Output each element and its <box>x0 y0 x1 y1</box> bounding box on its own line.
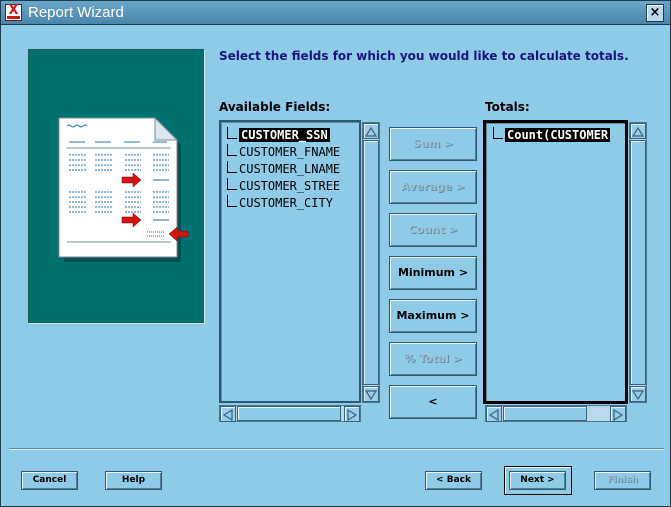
scroll-left-button[interactable] <box>220 406 236 422</box>
left-arrow-icon <box>488 408 499 422</box>
report-page-illustration <box>58 116 189 262</box>
footer-separator <box>9 448 664 450</box>
close-button[interactable]: × <box>646 4 664 22</box>
back-button[interactable]: < Back <box>425 471 482 490</box>
list-item[interactable]: CUSTOMER_STREE <box>227 178 340 195</box>
remove-button[interactable]: < <box>389 385 477 419</box>
scroll-thumb[interactable] <box>503 406 587 421</box>
scroll-thumb[interactable] <box>630 140 646 385</box>
list-item[interactable]: CUSTOMER_CITY <box>227 195 333 212</box>
down-arrow-icon <box>364 390 378 401</box>
count-button[interactable]: Count > <box>389 213 477 247</box>
scroll-down-button[interactable] <box>630 386 646 402</box>
right-arrow-icon <box>347 408 358 422</box>
down-arrow-icon <box>631 390 645 401</box>
totals-horizontal-scrollbar[interactable] <box>485 405 627 422</box>
totals-label: Totals: <box>485 100 530 114</box>
tree-connector <box>227 161 237 173</box>
up-arrow-icon <box>631 126 645 137</box>
next-button[interactable]: Next > <box>509 471 566 490</box>
minimum-button[interactable]: Minimum > <box>389 256 477 290</box>
tree-connector <box>227 178 237 190</box>
cancel-button[interactable]: Cancel <box>21 471 78 490</box>
available-fields-list[interactable]: CUSTOMER_SSN CUSTOMER_FNAME CUSTOMER_LNA… <box>219 120 361 403</box>
sum-button[interactable]: Sum > <box>389 127 477 161</box>
available-horizontal-scrollbar[interactable] <box>219 405 361 422</box>
list-item[interactable]: CUSTOMER_FNAME <box>227 144 340 161</box>
wizard-illustration <box>28 49 204 323</box>
up-arrow-icon <box>364 126 378 137</box>
left-arrow-icon <box>222 408 233 422</box>
percent-total-button[interactable]: % Total > <box>389 342 477 376</box>
title-bar[interactable]: Report Wizard × <box>1 1 670 25</box>
list-item[interactable]: Count(CUSTOMER <box>493 127 611 144</box>
instruction-text: Select the fields for which you would li… <box>219 49 629 63</box>
window-title: Report Wizard <box>28 4 124 21</box>
list-item[interactable]: CUSTOMER_LNAME <box>227 161 340 178</box>
tree-connector <box>493 127 503 139</box>
scroll-thumb[interactable] <box>363 140 379 385</box>
maximum-button[interactable]: Maximum > <box>389 299 477 333</box>
scroll-up-button[interactable] <box>363 123 379 139</box>
available-vertical-scrollbar[interactable] <box>362 122 380 403</box>
available-fields-label: Available Fields: <box>219 100 331 114</box>
right-arrow-icon <box>613 408 624 422</box>
scroll-up-button[interactable] <box>630 123 646 139</box>
scroll-left-button[interactable] <box>486 406 502 422</box>
scroll-right-button[interactable] <box>610 406 626 422</box>
scroll-right-button[interactable] <box>344 406 360 422</box>
totals-list[interactable]: Count(CUSTOMER <box>483 120 628 404</box>
tree-connector <box>227 144 237 156</box>
help-button[interactable]: Help <box>105 471 162 490</box>
tree-connector <box>227 127 237 139</box>
scroll-thumb[interactable] <box>237 406 341 421</box>
report-wizard-window: Report Wizard × <box>0 0 671 507</box>
average-button[interactable]: Average > <box>389 170 477 204</box>
app-icon <box>5 3 22 21</box>
finish-button[interactable]: Finish <box>594 471 651 490</box>
list-item[interactable]: CUSTOMER_SSN <box>227 127 330 144</box>
scroll-down-button[interactable] <box>363 386 379 402</box>
totals-vertical-scrollbar[interactable] <box>629 122 647 403</box>
tree-connector <box>227 195 237 207</box>
